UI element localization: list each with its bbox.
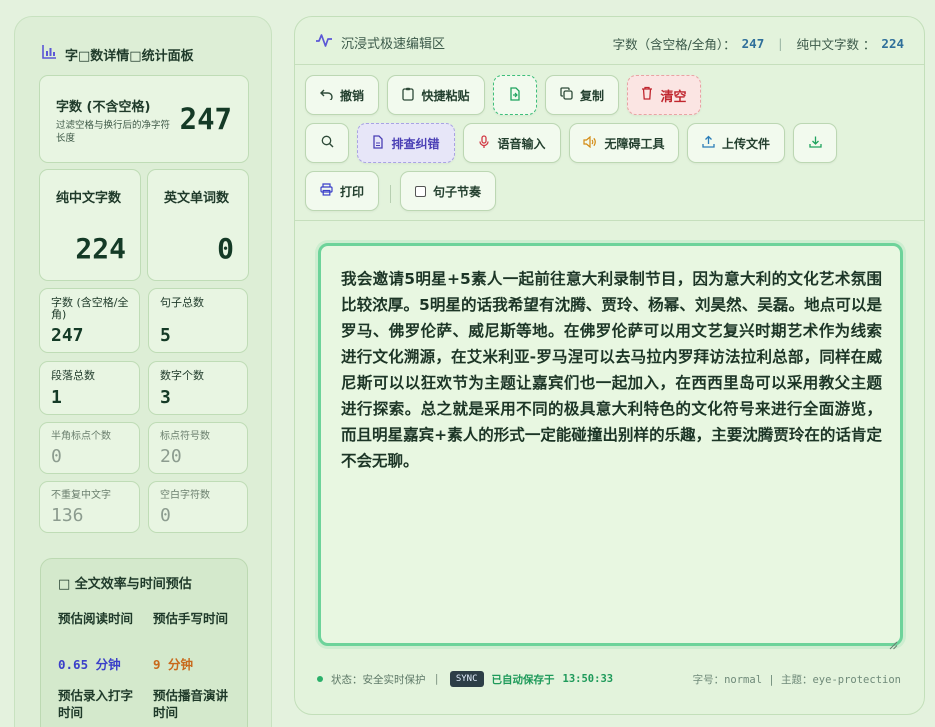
upload-icon xyxy=(702,135,715,151)
copy-button[interactable]: 复制 xyxy=(545,75,619,115)
write-time-value: 9 分钟 xyxy=(153,657,194,672)
chinese-chars-card: 纯中文字数 224 xyxy=(39,169,141,281)
clipboard-icon xyxy=(402,87,415,104)
stat-card: 半角标点个数 0 xyxy=(39,422,140,474)
font-theme-info: 字号：normal | 主题：eye-protection xyxy=(692,673,901,686)
download-icon xyxy=(808,135,822,151)
search-button[interactable] xyxy=(305,123,349,163)
file-check-icon xyxy=(372,134,384,152)
import-file-button[interactable] xyxy=(493,75,537,115)
editor-brand: 沉浸式极速编辑区 xyxy=(315,32,445,52)
quick-paste-button[interactable]: 快捷粘贴 xyxy=(387,75,485,115)
copy-icon xyxy=(560,87,573,103)
stat-card: 空白字符数 0 xyxy=(148,481,248,533)
undo-button[interactable]: 撤销 xyxy=(305,75,379,115)
editor-text: 我会邀请5明星+5素人一起前往意大利录制节目，因为意大利的文化艺术氛围比较浓厚。… xyxy=(341,270,882,470)
pulse-icon xyxy=(315,32,333,52)
status-text: 状态：安全实时保护 xyxy=(331,673,426,686)
microphone-icon xyxy=(478,134,490,152)
english-words-card: 英文单词数 0 xyxy=(147,169,249,281)
autosave-time: 13:50:33 xyxy=(562,673,614,685)
chars-no-space-label: 字数 (不含空格) xyxy=(56,100,151,115)
toolbar-divider xyxy=(390,185,391,203)
chinese-chars-header-label: 纯中文字数 ： xyxy=(796,37,876,52)
undo-icon xyxy=(319,88,333,103)
efficiency-panel: □ 全文效率与时间预估 预估阅读时间 0.65 分钟 预估手写时间 9 分钟 预… xyxy=(40,558,248,727)
upload-file-button[interactable]: 上传文件 xyxy=(687,123,785,163)
speech-time-label: 预估播音演讲时间 xyxy=(153,688,229,720)
search-icon xyxy=(321,135,334,151)
print-button[interactable]: 打印 xyxy=(305,171,379,211)
sentence-rhythm-checkbox[interactable] xyxy=(414,185,426,197)
editor-toolbar: 撤销 快捷粘贴 复制 清空 排查纠错 语音输入 无障碍工具 上传文件 打印 句子… xyxy=(295,65,924,221)
stat-card: 字数 (含空格/全角) 247 xyxy=(39,288,140,353)
status-divider: | xyxy=(433,673,440,685)
voice-input-button[interactable]: 语音输入 xyxy=(463,123,561,163)
speaker-icon xyxy=(583,135,597,151)
resize-handle-icon[interactable] xyxy=(889,632,898,650)
status-dot-icon xyxy=(317,676,323,682)
read-time-value: 0.65 分钟 xyxy=(58,657,121,672)
accessibility-tools-button[interactable]: 无障碍工具 xyxy=(569,123,679,163)
header-stats: 字数（含空格/全角）： 247 | 纯中文字数 ： 224 xyxy=(613,34,904,53)
chars-no-space-value: 247 xyxy=(179,102,232,136)
clear-button[interactable]: 清空 xyxy=(627,75,701,115)
total-chars-label: 字数（含空格/全角）： xyxy=(612,37,736,52)
type-time-label: 预估录入打字时间 xyxy=(58,688,134,720)
editor-textarea[interactable]: 我会邀请5明星+5素人一起前往意大利录制节目，因为意大利的文化艺术氛围比较浓厚。… xyxy=(318,243,903,650)
english-words-label: 英文单词数 xyxy=(164,191,230,206)
write-time-label: 预估手写时间 xyxy=(153,611,229,626)
total-chars-value: 247 xyxy=(741,36,765,51)
trash-icon xyxy=(641,86,653,104)
efficiency-title: □ 全文效率与时间预估 xyxy=(58,577,192,592)
sync-badge: SYNC xyxy=(449,671,484,687)
chinese-chars-header-value: 224 xyxy=(881,36,904,51)
file-import-icon xyxy=(509,86,521,104)
status-bar: 状态：安全实时保护 | SYNC 已自动保存于 13:50:33 字号：norm… xyxy=(317,669,901,689)
chinese-chars-value: 224 xyxy=(75,232,126,265)
autosave-label: 已自动保存于 xyxy=(491,673,555,686)
download-button[interactable] xyxy=(793,123,837,163)
bar-chart-icon xyxy=(41,44,57,64)
stat-card: 段落总数 1 xyxy=(39,361,140,415)
stat-card: 不重复中文字 136 xyxy=(39,481,140,533)
read-time-label: 预估阅读时间 xyxy=(58,611,134,626)
stat-card: 数字个数 3 xyxy=(148,361,248,415)
printer-icon xyxy=(320,183,333,199)
sentence-rhythm-toggle[interactable]: 句子节奏 xyxy=(400,171,496,211)
proofread-button[interactable]: 排查纠错 xyxy=(357,123,455,163)
chars-no-space-desc: 过滤空格与换行后的净字符长度 xyxy=(56,120,171,144)
stats-divider: | xyxy=(778,36,783,51)
stats-panel-title: 字□数详情□统计面板 xyxy=(41,44,194,64)
stat-card: 句子总数 5 xyxy=(148,288,248,353)
stat-card: 标点符号数 20 xyxy=(148,422,248,474)
english-words-value: 0 xyxy=(217,232,234,265)
editor-header: 沉浸式极速编辑区 字数（含空格/全角）： 247 | 纯中文字数 ： 224 xyxy=(295,17,924,65)
stats-panel: 字□数详情□统计面板 字数 (不含空格) 过滤空格与换行后的净字符长度 247 … xyxy=(14,16,272,727)
chinese-chars-label: 纯中文字数 xyxy=(56,191,122,206)
editor-panel: 沉浸式极速编辑区 字数（含空格/全角）： 247 | 纯中文字数 ： 224 撤… xyxy=(294,16,925,715)
chars-no-space-card: 字数 (不含空格) 过滤空格与换行后的净字符长度 247 xyxy=(39,75,249,163)
